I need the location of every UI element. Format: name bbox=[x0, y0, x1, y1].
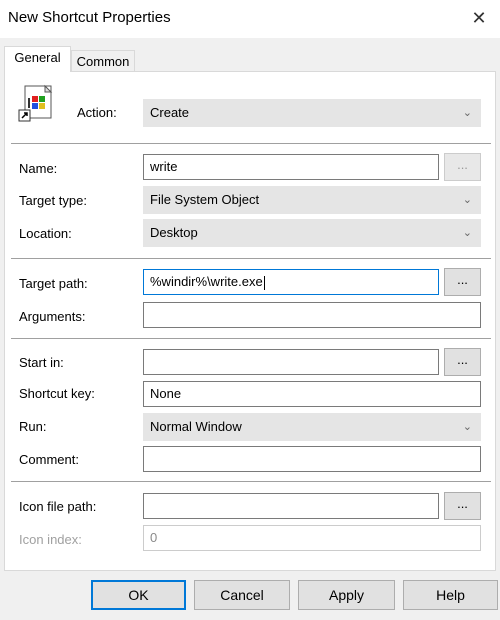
icon-index-input: 0 bbox=[143, 525, 481, 551]
shortcut-key-label: Shortcut key: bbox=[19, 386, 95, 401]
arguments-label: Arguments: bbox=[19, 309, 86, 324]
name-browse-button[interactable]: ... bbox=[444, 153, 481, 181]
icon-file-path-input[interactable] bbox=[143, 493, 439, 519]
comment-label: Comment: bbox=[19, 452, 79, 467]
start-in-input[interactable] bbox=[143, 349, 439, 375]
name-input[interactable]: write bbox=[143, 154, 439, 180]
target-type-label: Target type: bbox=[19, 193, 87, 208]
chevron-down-icon: ⌄ bbox=[462, 194, 472, 206]
target-path-label: Target path: bbox=[19, 276, 88, 291]
location-value: Desktop bbox=[150, 225, 198, 240]
target-path-input[interactable]: %windir%\write.exe bbox=[143, 269, 439, 295]
cancel-button[interactable]: Cancel bbox=[194, 580, 290, 610]
shortcut-app-icon bbox=[17, 84, 55, 122]
icon-file-path-browse-button[interactable]: ... bbox=[444, 492, 481, 520]
chevron-down-icon: ⌄ bbox=[462, 107, 472, 119]
separator bbox=[11, 258, 491, 259]
help-button[interactable]: Help bbox=[403, 580, 498, 610]
arguments-input[interactable] bbox=[143, 302, 481, 328]
run-combo[interactable]: Normal Window ⌄ bbox=[143, 413, 481, 441]
comment-input[interactable] bbox=[143, 446, 481, 472]
shortcut-key-value: None bbox=[150, 386, 182, 401]
general-panel: Action: Create ⌄ Name: write ... Target … bbox=[4, 71, 496, 571]
window-title: New Shortcut Properties bbox=[8, 9, 171, 26]
title-bar: New Shortcut Properties ✕ bbox=[0, 0, 500, 38]
run-label: Run: bbox=[19, 419, 47, 434]
icon-file-path-label: Icon file path: bbox=[19, 499, 97, 514]
tab-common[interactable]: Common bbox=[71, 50, 135, 72]
target-type-combo[interactable]: File System Object ⌄ bbox=[143, 186, 481, 214]
name-value: write bbox=[150, 159, 178, 174]
start-in-browse-button[interactable]: ... bbox=[444, 348, 481, 376]
target-type-value: File System Object bbox=[150, 192, 260, 207]
action-value: Create bbox=[150, 105, 190, 120]
target-path-browse-button[interactable]: ... bbox=[444, 268, 481, 296]
text-caret bbox=[263, 275, 265, 290]
close-icon[interactable]: ✕ bbox=[464, 4, 494, 32]
action-combo[interactable]: Create ⌄ bbox=[143, 99, 481, 127]
ok-button[interactable]: OK bbox=[91, 580, 186, 610]
separator bbox=[11, 143, 491, 144]
tab-general[interactable]: General bbox=[4, 46, 71, 72]
chevron-down-icon: ⌄ bbox=[462, 227, 472, 239]
target-path-value: %windir%\write.exe bbox=[150, 274, 263, 289]
run-value: Normal Window bbox=[150, 419, 242, 434]
chevron-down-icon: ⌄ bbox=[462, 421, 472, 433]
location-combo[interactable]: Desktop ⌄ bbox=[143, 219, 481, 247]
name-label: Name: bbox=[19, 161, 58, 176]
separator bbox=[11, 481, 491, 482]
action-label: Action: bbox=[77, 105, 117, 120]
start-in-label: Start in: bbox=[19, 355, 64, 370]
apply-button[interactable]: Apply bbox=[298, 580, 395, 610]
icon-index-label: Icon index: bbox=[19, 532, 82, 547]
location-label: Location: bbox=[19, 226, 72, 241]
shortcut-key-input[interactable]: None bbox=[143, 381, 481, 407]
icon-index-value: 0 bbox=[150, 530, 158, 545]
separator bbox=[11, 338, 491, 339]
